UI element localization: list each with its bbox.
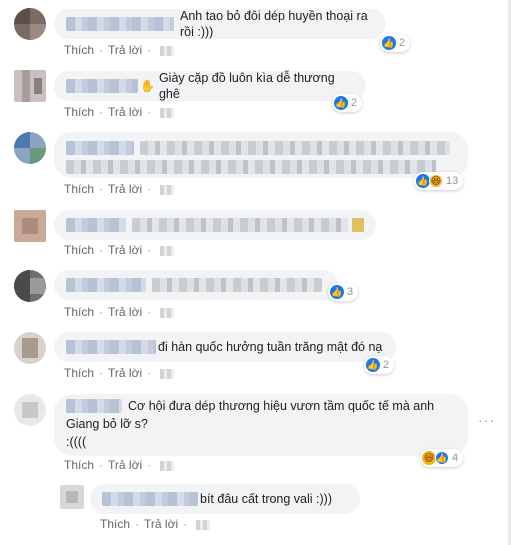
reply-link[interactable]: Trả lời — [108, 105, 142, 119]
reaction-summary[interactable]: 👍 2 — [364, 356, 395, 374]
avatar[interactable] — [14, 270, 46, 302]
comment-text-line-1: Cơ hội đưa dép thương hiệu vươn tầm quốc… — [128, 399, 435, 413]
comment-actions: Thích · Trả lời · — [64, 305, 175, 319]
comment-actions: Thích · Trả lời · — [64, 182, 175, 196]
commenter-name[interactable] — [66, 218, 126, 232]
comment-text-line-2: Giang bỏ lỡ s? — [66, 417, 148, 431]
like-link[interactable]: Thích — [64, 366, 94, 380]
commenter-name[interactable] — [66, 340, 156, 354]
reaction-summary[interactable]: 👍 2 — [332, 94, 363, 112]
reply-link[interactable]: Trả lời — [108, 182, 142, 196]
avatar[interactable] — [60, 485, 84, 509]
comment-text: bít đâu cất trong vali :))) — [200, 492, 333, 506]
avatar[interactable] — [14, 394, 46, 426]
haha-icon: 😆 — [422, 451, 436, 465]
avatar[interactable] — [14, 132, 46, 164]
emoji-blur — [352, 218, 364, 232]
avatar[interactable] — [14, 332, 46, 364]
comment-bubble: Anh tao bỏ đôi dép huyền thoại ra rồi :)… — [54, 9, 386, 39]
timestamp[interactable] — [160, 245, 175, 256]
blurred-comment-text — [140, 141, 450, 155]
reply-link[interactable]: Trả lời — [108, 366, 142, 380]
reply-link[interactable]: Trả lời — [144, 517, 178, 531]
haha-icon: 😆 — [429, 174, 443, 188]
commenter-name[interactable] — [66, 17, 174, 31]
waving-hand-icon: ✋ — [140, 79, 155, 93]
comment-text: Giày cặp đồ luôn kìa dễ thương ghê — [158, 71, 335, 101]
reaction-count: 13 — [446, 175, 459, 187]
reply-link[interactable]: Trả lời — [108, 305, 142, 319]
timestamp[interactable] — [160, 184, 175, 195]
blurred-comment-text — [132, 218, 349, 232]
like-icon: 👍 — [366, 358, 380, 372]
like-link[interactable]: Thích — [100, 517, 130, 531]
like-icon: 👍 — [435, 451, 449, 465]
reaction-count: 4 — [452, 452, 459, 464]
comment-actions: Thích · Trả lời · — [64, 105, 175, 119]
comment-bubble: đi hàn quốc hưởng tuần trăng mật đó nạ — [54, 332, 396, 362]
comment-actions: Thích · Trả lời · — [64, 43, 175, 57]
avatar[interactable] — [14, 70, 46, 102]
timestamp[interactable] — [160, 368, 175, 379]
comment-bubble — [54, 210, 376, 240]
reaction-count: 3 — [347, 286, 354, 298]
reaction-summary[interactable]: 👍 2 — [380, 34, 411, 52]
commenter-name[interactable] — [102, 492, 198, 506]
timestamp[interactable] — [160, 307, 175, 318]
comment-actions: Thích · Trả lời · — [64, 366, 175, 380]
comment-bubble — [54, 270, 338, 300]
commenter-name[interactable] — [66, 141, 134, 155]
like-link[interactable]: Thích — [64, 305, 94, 319]
more-options-icon[interactable]: ··· — [478, 412, 495, 428]
comment-bubble: bít đâu cất trong vali :))) — [90, 484, 360, 514]
comment-text: Anh tao bỏ đôi dép huyền thoại ra rồi :)… — [180, 9, 368, 39]
commenter-name[interactable] — [66, 278, 146, 292]
comment-actions: Thích · Trả lời · — [100, 517, 211, 531]
timestamp[interactable] — [160, 45, 175, 56]
reaction-summary[interactable]: 😆 👍 4 — [420, 449, 464, 467]
like-link[interactable]: Thích — [64, 43, 94, 57]
timestamp[interactable] — [160, 460, 175, 471]
like-icon: 👍 — [382, 36, 396, 50]
like-icon: 👍 — [416, 174, 430, 188]
timestamp[interactable] — [160, 107, 175, 118]
reaction-summary[interactable]: 👍 😆 13 — [414, 172, 464, 190]
like-icon: 👍 — [330, 285, 344, 299]
timestamp[interactable] — [196, 519, 211, 530]
comment-bubble: ✋ Giày cặp đồ luôn kìa dễ thương ghê — [54, 71, 366, 101]
reply-link[interactable]: Trả lời — [108, 43, 142, 57]
comment-actions: Thích · Trả lời · — [64, 458, 175, 472]
comment-bubble — [54, 132, 468, 178]
commenter-name[interactable] — [66, 79, 138, 93]
comment-actions: Thích · Trả lời · — [64, 243, 175, 257]
comment-bubble: Cơ hội đưa dép thương hiệu vươn tầm quốc… — [54, 394, 468, 456]
like-link[interactable]: Thích — [64, 105, 94, 119]
reaction-summary[interactable]: 👍 3 — [328, 283, 359, 301]
comment-text: đi hàn quốc hưởng tuần trăng mật đó nạ — [158, 340, 383, 354]
reaction-count: 2 — [383, 359, 390, 371]
reaction-count: 2 — [399, 37, 406, 49]
blurred-comment-text — [66, 160, 436, 174]
like-link[interactable]: Thích — [64, 458, 94, 472]
avatar[interactable] — [14, 8, 46, 40]
like-icon: 👍 — [334, 96, 348, 110]
blurred-comment-text — [152, 278, 322, 292]
reply-link[interactable]: Trả lời — [108, 243, 142, 257]
commenter-name[interactable] — [66, 399, 122, 413]
comment-text-line-3: :(((( — [66, 435, 87, 449]
like-link[interactable]: Thích — [64, 243, 94, 257]
avatar[interactable] — [14, 210, 46, 242]
like-link[interactable]: Thích — [64, 182, 94, 196]
reply-link[interactable]: Trả lời — [108, 458, 142, 472]
reaction-count: 2 — [351, 97, 358, 109]
